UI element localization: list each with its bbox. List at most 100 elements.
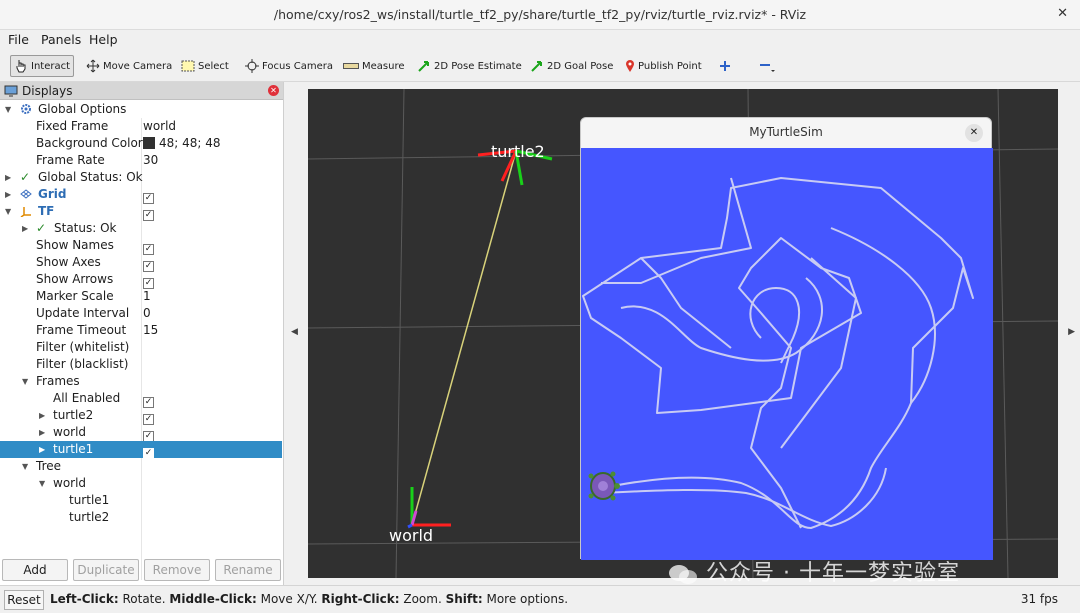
- tree-row-marker-scale[interactable]: Marker Scale 1: [0, 288, 282, 305]
- tree-row-filter-blacklist[interactable]: Filter (blacklist): [0, 356, 282, 373]
- gear-icon: [21, 104, 31, 114]
- row-label: Frame Rate: [36, 153, 105, 167]
- hint-shift: Shift:: [445, 592, 483, 606]
- tree-row-grid[interactable]: ▶ Grid ✓: [0, 186, 282, 204]
- tree-row-frame-world[interactable]: ▶ world ✓: [0, 424, 282, 442]
- menu-panels[interactable]: Panels: [41, 32, 81, 47]
- rviz-window: /home/cxy/ros2_ws/install/turtle_tf2_py/…: [0, 0, 1080, 613]
- row-label: turtle1: [53, 442, 94, 456]
- status-bar: Reset Left-Click: Rotate. Middle-Click: …: [0, 585, 1080, 613]
- row-label: Global Status: Ok: [38, 170, 143, 184]
- tree-row-show-arrows[interactable]: Show Arrows ✓: [0, 271, 282, 289]
- tree-row-global-options[interactable]: ▼ Global Options: [0, 101, 282, 118]
- minus-dropdown-icon: [760, 64, 775, 72]
- watermark-text: 公众号 · 十年一梦实验室: [706, 561, 960, 586]
- wechat-icon: [669, 565, 697, 584]
- tree-row-frame-timeout[interactable]: Frame Timeout 15: [0, 322, 282, 339]
- tree-row-filter-whitelist[interactable]: Filter (whitelist): [0, 339, 282, 356]
- add-tool-button[interactable]: [716, 55, 734, 77]
- row-label: Filter (whitelist): [36, 340, 130, 354]
- reset-button[interactable]: Reset: [4, 590, 44, 610]
- interact-label: Interact: [31, 60, 71, 72]
- hint-shift-action: More options.: [482, 592, 569, 606]
- row-label: Grid: [38, 187, 67, 201]
- menu-file[interactable]: File: [8, 32, 29, 47]
- tree-row-frame-turtle2[interactable]: ▶ turtle2 ✓: [0, 407, 282, 425]
- move-arrows-icon: [86, 59, 100, 73]
- tf-axes-icon: [20, 207, 31, 217]
- row-label: Marker Scale: [36, 289, 114, 303]
- interact-tool-button[interactable]: Interact: [10, 55, 75, 77]
- hint-left-click: Left-Click:: [50, 592, 119, 606]
- world-axes: [407, 487, 451, 529]
- rename-display-button[interactable]: Rename: [215, 559, 281, 581]
- tree-row-frames[interactable]: ▼ Frames: [0, 373, 282, 390]
- tree-row-frame-rate[interactable]: Frame Rate 30: [0, 152, 282, 169]
- turtle-frame-label: turtle2: [491, 142, 545, 161]
- pose-estimate-tool-button[interactable]: 2D Pose Estimate: [414, 55, 525, 77]
- row-value: 15: [143, 323, 159, 337]
- map-pin-icon: [626, 60, 634, 72]
- turtlesim-close-button[interactable]: ✕: [965, 124, 983, 142]
- hint-middle-click: Middle-Click:: [169, 592, 257, 606]
- tree-row-tree-turtle2[interactable]: turtle2: [0, 509, 282, 526]
- tree-row-fixed-frame[interactable]: Fixed Frame world: [0, 118, 282, 135]
- add-display-button[interactable]: Add: [2, 559, 68, 581]
- tree-row-frame-turtle1[interactable]: ▶ turtle1 ✓: [0, 441, 282, 459]
- tree-row-tree[interactable]: ▼ Tree: [0, 458, 282, 475]
- tree-row-show-names[interactable]: Show Names ✓: [0, 237, 282, 255]
- ruler-icon: [343, 63, 359, 69]
- window-close-button[interactable]: ✕: [1057, 6, 1068, 21]
- row-label: Background Color: [36, 136, 143, 150]
- row-label: Status: Ok: [54, 221, 117, 235]
- tree-row-update-interval[interactable]: Update Interval 0: [0, 305, 282, 322]
- status-hint: Left-Click: Rotate. Middle-Click: Move X…: [50, 592, 568, 606]
- tree-row-tf-status[interactable]: ▶ ✓ Status: Ok: [0, 220, 282, 237]
- tree-row-global-status[interactable]: ▶ ✓ Global Status: Ok: [0, 169, 282, 186]
- tree-row-tree-turtle1[interactable]: turtle1: [0, 492, 282, 509]
- row-label: Tree: [36, 459, 62, 473]
- color-swatch[interactable]: [143, 137, 155, 149]
- remove-display-button[interactable]: Remove: [144, 559, 210, 581]
- displays-panel: Displays ✕ ▼ Global Options Fixed Frame …: [0, 82, 284, 585]
- tf-link-line: [411, 150, 517, 526]
- select-box-icon: [181, 60, 195, 72]
- displays-close-button[interactable]: ✕: [268, 85, 279, 96]
- menu-help[interactable]: Help: [89, 32, 118, 47]
- focus-camera-tool-button[interactable]: Focus Camera: [242, 55, 336, 77]
- publish-point-tool-button[interactable]: Publish Point: [622, 55, 705, 77]
- row-label: Frame Timeout: [36, 323, 127, 337]
- measure-label: Measure: [362, 60, 405, 72]
- displays-tree: ▼ Global Options Fixed Frame world Backg…: [0, 100, 283, 580]
- move-camera-tool-button[interactable]: Move Camera: [83, 55, 175, 77]
- collapse-right-arrow[interactable]: ▶: [1068, 327, 1075, 337]
- goal-pose-tool-button[interactable]: 2D Goal Pose: [527, 55, 616, 77]
- select-label: Select: [198, 60, 229, 72]
- crosshair-icon: [245, 59, 259, 73]
- measure-tool-button[interactable]: Measure: [340, 55, 408, 77]
- row-label: Frames: [36, 374, 80, 388]
- tree-row-all-enabled[interactable]: All Enabled ✓: [0, 390, 282, 408]
- row-label: Global Options: [38, 102, 127, 116]
- row-label: turtle2: [53, 408, 94, 422]
- move-camera-label: Move Camera: [103, 60, 173, 72]
- green-arrow-icon: [418, 61, 429, 72]
- check-icon: ✓: [36, 221, 47, 235]
- turtle-trail: [582, 177, 974, 529]
- pose-estimate-label: 2D Pose Estimate: [434, 60, 522, 72]
- publish-point-label: Publish Point: [638, 60, 702, 72]
- window-title: /home/cxy/ros2_ws/install/turtle_tf2_py/…: [273, 7, 807, 22]
- select-tool-button[interactable]: Select: [178, 55, 232, 77]
- remove-tool-button[interactable]: [756, 55, 778, 77]
- row-label: Show Axes: [36, 255, 101, 269]
- hint-middle-action: Move X/Y.: [256, 592, 322, 606]
- tree-row-tf[interactable]: ▼ TF ✓: [0, 203, 282, 221]
- turtlesim-title: MyTurtleSim: [749, 125, 823, 139]
- collapse-left-arrow[interactable]: ◀: [291, 327, 298, 337]
- tree-row-background-color[interactable]: Background Color 48; 48; 48: [0, 135, 282, 152]
- tree-row-show-axes[interactable]: Show Axes ✓: [0, 254, 282, 272]
- duplicate-display-button[interactable]: Duplicate: [73, 559, 139, 581]
- row-label: Show Names: [36, 238, 114, 252]
- tree-row-tree-world[interactable]: ▼ world: [0, 475, 282, 492]
- row-value: 30: [143, 153, 159, 167]
